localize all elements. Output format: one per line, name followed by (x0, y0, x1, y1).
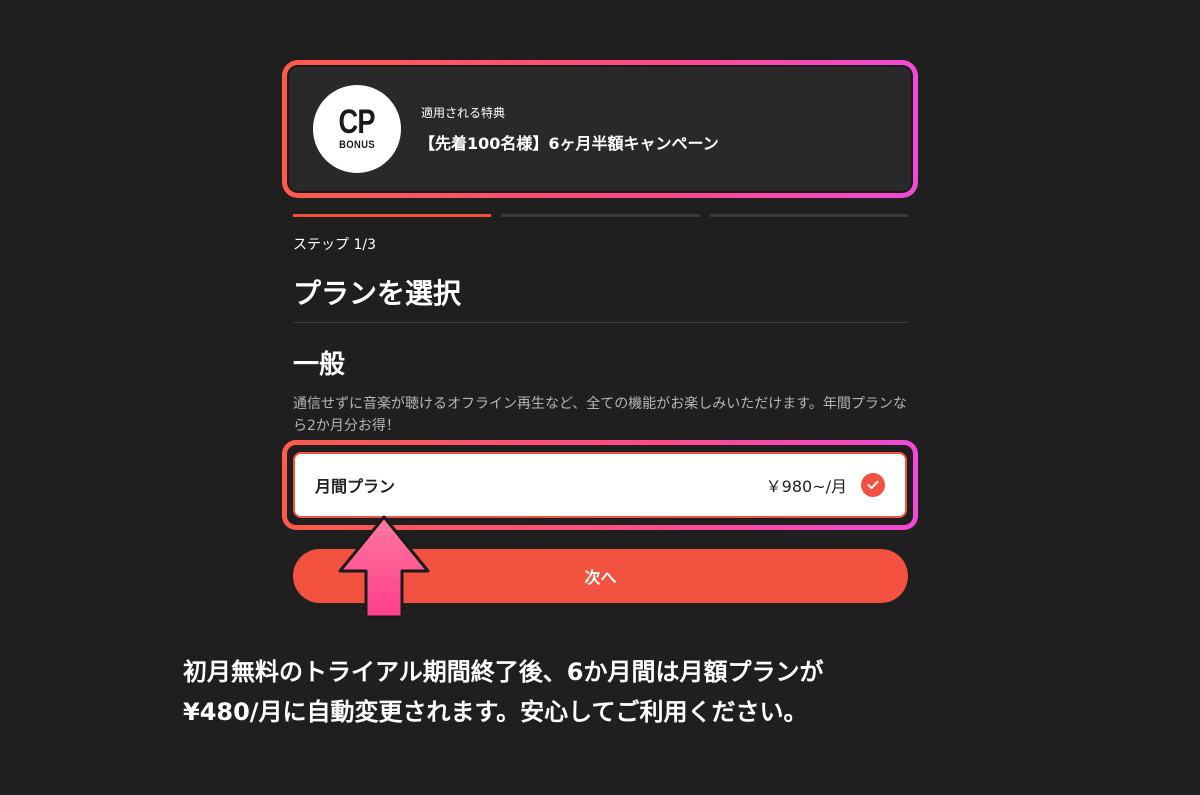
progress-segment-3 (709, 214, 908, 217)
plan-price: ￥980~/月 (765, 477, 847, 496)
step-progress-bar (293, 214, 908, 217)
bonus-title: 【先着100名様】6ヶ月半額キャンペーン (419, 134, 719, 153)
divider (293, 322, 908, 323)
badge-text-bonus: BONUS (339, 139, 375, 151)
campaign-notice: 初月無料のトライアル期間終了後、6か月間は月額プランが ¥480/月に自動変更さ… (183, 652, 1083, 732)
bonus-highlight-frame: CP BONUS 適用される特典 【先着100名様】6ヶ月半額キャンペーン (282, 60, 918, 198)
step-label: ステップ 1/3 (293, 237, 376, 253)
notice-line-1: 初月無料のトライアル期間終了後、6か月間は月額プランが (183, 658, 824, 686)
badge-text-cp: CP (338, 103, 376, 141)
section-description: 通信せずに音楽が聴けるオフライン再生など、全ての機能がお楽しみいただけます。年間… (293, 396, 907, 434)
progress-segment-2 (501, 214, 700, 217)
progress-segment-1 (293, 214, 492, 217)
section-title: 一般 (293, 350, 346, 380)
page: CP BONUS 適用される特典 【先着100名様】6ヶ月半額キャンペーン ステ… (0, 0, 1200, 795)
check-icon (861, 473, 885, 497)
notice-line-2: ¥480/月に自動変更されます。安心してご利用ください。 (183, 698, 808, 726)
arrow-up-icon (338, 515, 430, 619)
bonus-text-group: 適用される特典 【先着100名様】6ヶ月半額キャンペーン (419, 104, 719, 154)
cp-bonus-badge-icon: CP BONUS (313, 85, 401, 173)
page-title: プランを選択 (293, 277, 462, 310)
monthly-plan-option[interactable]: 月間プラン ￥980~/月 (293, 452, 907, 518)
plan-name: 月間プラン (315, 477, 396, 496)
bonus-caption: 適用される特典 (421, 106, 506, 120)
applied-bonus-card: CP BONUS 適用される特典 【先着100名様】6ヶ月半額キャンペーン (287, 65, 913, 193)
